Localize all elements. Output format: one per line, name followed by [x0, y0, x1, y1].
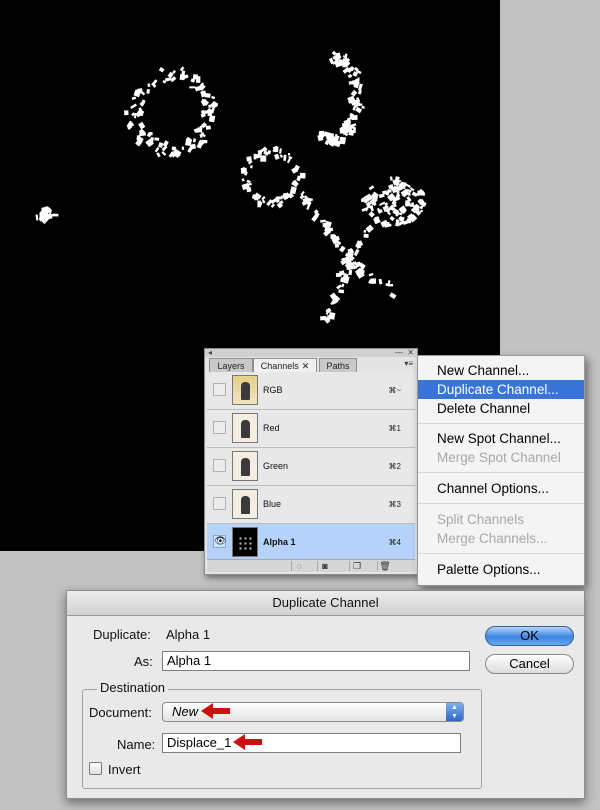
menu-item-delete-channel[interactable]: Delete Channel [418, 399, 584, 418]
channel-row-red[interactable]: Red ⌘1 [207, 410, 415, 448]
annotation-arrow-icon [201, 703, 230, 719]
visibility-toggle[interactable] [213, 459, 226, 472]
palette-collapse-icon[interactable]: — [395, 349, 403, 357]
menu-item-merge-channels: Merge Channels... [437, 531, 548, 546]
duplicate-label: Duplicate: [93, 627, 151, 642]
palette-button-bar: ◌ ◙ ❐ 🗑 [207, 559, 415, 572]
load-selection-icon[interactable]: ◌ [291, 561, 306, 571]
channel-row-rgb[interactable]: RGB ⌘~ [207, 372, 415, 410]
menu-separator [418, 503, 584, 504]
channel-shortcut: ⌘1 [388, 424, 401, 433]
visibility-toggle[interactable] [213, 383, 226, 396]
name-label: Name: [117, 737, 156, 752]
channel-shortcut: ⌘4 [388, 538, 401, 547]
channels-palette[interactable]: ◂ — ✕ Layers Channels ✕ Paths ▾≡ RGB ⌘~ R… [204, 348, 418, 575]
channel-thumbnail [232, 413, 258, 443]
palette-title-bar[interactable]: ◂ — ✕ [205, 349, 417, 357]
channel-row-blue[interactable]: Blue ⌘3 [207, 486, 415, 524]
annotation-arrow-icon [233, 734, 262, 750]
palette-grip-icon[interactable]: ◂ [208, 349, 212, 357]
tab-channels[interactable]: Channels ✕ [253, 358, 317, 372]
select-arrows-icon: ▲ ▼ [446, 703, 463, 721]
invert-checkbox[interactable] [89, 762, 102, 775]
palette-menu-icon[interactable]: ▾≡ [404, 359, 413, 368]
channel-name: Blue [263, 499, 282, 509]
visibility-toggle[interactable] [213, 497, 226, 510]
channel-thumbnail [232, 489, 258, 519]
eye-icon[interactable]: 👁 [213, 535, 227, 548]
name-input[interactable]: Displace_1 [162, 733, 461, 753]
channel-row-green[interactable]: Green ⌘2 [207, 448, 415, 486]
menu-separator [418, 423, 584, 424]
channel-list: RGB ⌘~ Red ⌘1 Green ⌘2 Blue ⌘3 👁 Alpha 1… [207, 372, 415, 562]
duplicate-value: Alpha 1 [166, 627, 211, 642]
as-label: As: [134, 654, 153, 669]
channel-name: Green [263, 461, 289, 471]
tab-layers[interactable]: Layers [209, 358, 253, 372]
tab-label: Paths [326, 361, 350, 371]
menu-item-channel-options[interactable]: Channel Options... [418, 479, 584, 498]
document-select-value: New [172, 704, 199, 719]
tab-label: Channels [260, 361, 299, 371]
as-input[interactable]: Alpha 1 [162, 651, 470, 671]
channel-shortcut: ⌘~ [388, 386, 401, 395]
palette-close-icon[interactable]: ✕ [407, 349, 414, 357]
tab-close-icon[interactable]: ✕ [302, 361, 310, 371]
menu-item-split-channels: Split Channels [437, 512, 525, 527]
channel-thumbnail [232, 375, 258, 405]
destination-legend: Destination [97, 680, 169, 695]
palette-flyout-menu: New Channel... Duplicate Channel... Dele… [417, 355, 585, 586]
channel-row-alpha-1[interactable]: 👁 Alpha 1 ⌘4 [207, 524, 415, 562]
channel-name: Red [263, 423, 280, 433]
invert-label[interactable]: Invert [108, 762, 141, 777]
menu-separator [418, 472, 584, 473]
document-label: Document: [89, 705, 152, 720]
ok-button[interactable]: OK [485, 626, 574, 646]
channel-shortcut: ⌘2 [388, 462, 401, 471]
menu-item-new-channel[interactable]: New Channel... [418, 361, 584, 380]
visibility-toggle[interactable] [213, 421, 226, 434]
duplicate-channel-dialog: Duplicate Channel Duplicate: Alpha 1 As:… [66, 590, 585, 799]
menu-item-duplicate-channel[interactable]: Duplicate Channel... [418, 380, 584, 399]
menu-separator [418, 553, 584, 554]
menu-item-merge-spot-channel: Merge Spot Channel [437, 450, 561, 465]
menu-item-palette-options[interactable]: Palette Options... [418, 560, 584, 579]
channel-name: Alpha 1 [263, 537, 296, 547]
channel-thumbnail [232, 451, 258, 481]
new-channel-icon[interactable]: ❐ [349, 561, 364, 571]
menu-item-new-spot-channel[interactable]: New Spot Channel... [418, 429, 584, 448]
trash-icon[interactable]: 🗑 [377, 561, 392, 571]
tab-paths[interactable]: Paths [319, 358, 357, 372]
cancel-button[interactable]: Cancel [485, 654, 574, 674]
tab-label: Layers [217, 361, 245, 371]
save-selection-icon[interactable]: ◙ [317, 561, 332, 571]
channel-thumbnail [232, 527, 258, 557]
channel-shortcut: ⌘3 [388, 500, 401, 509]
channel-name: RGB [263, 385, 283, 395]
dialog-title: Duplicate Channel [67, 591, 584, 616]
